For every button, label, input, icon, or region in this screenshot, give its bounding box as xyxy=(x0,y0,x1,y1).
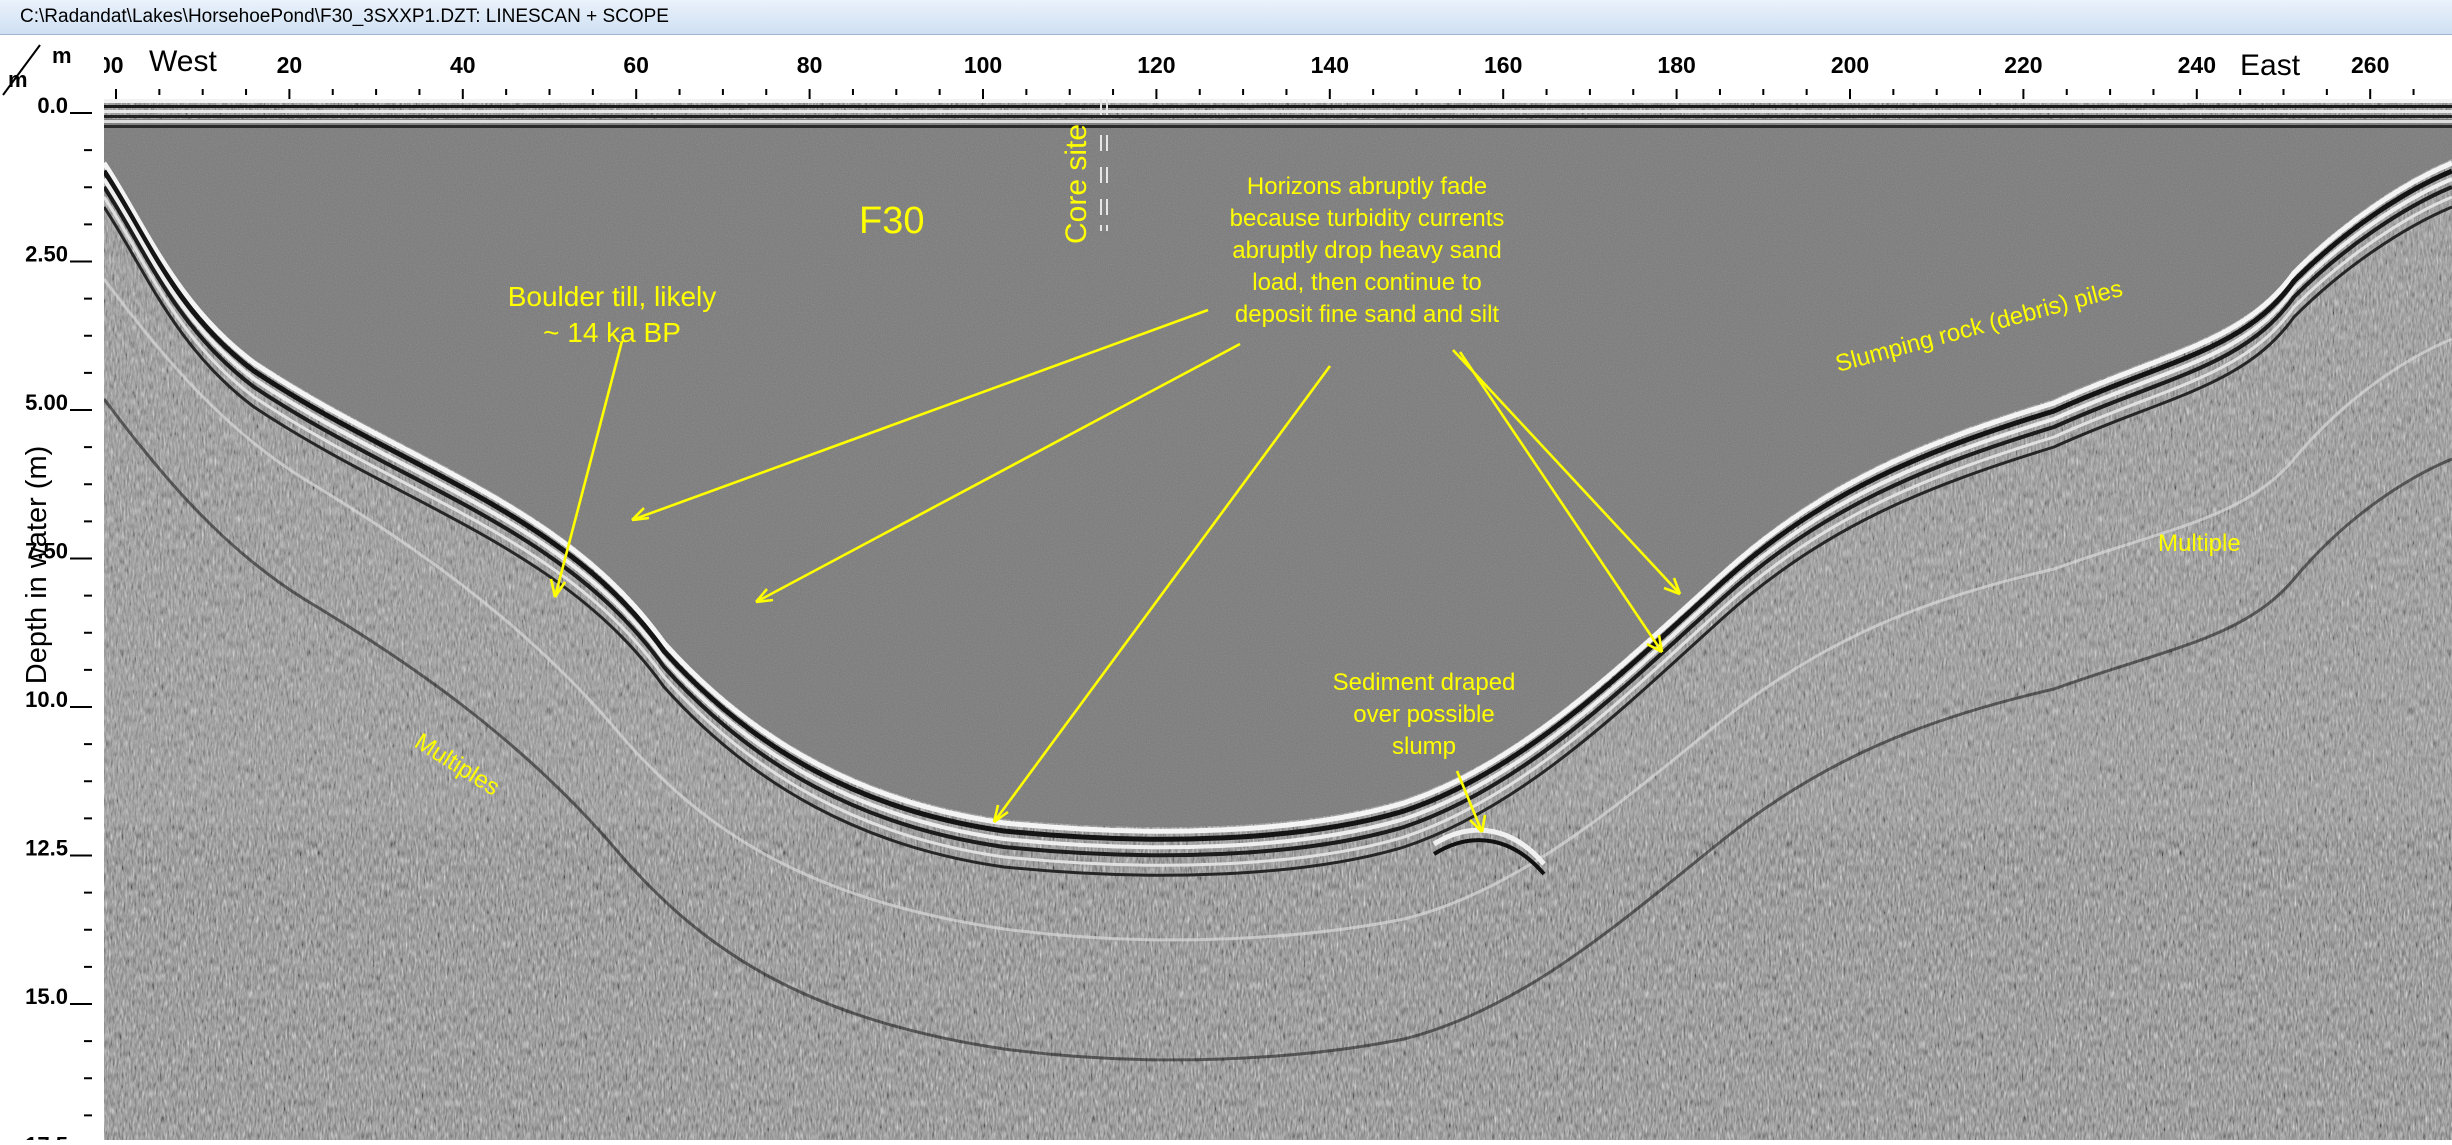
annotation-layer: F30 Core site Boulder till, likely ~ 14 … xyxy=(410,124,2241,833)
sediment-line-3: slump xyxy=(1392,733,1456,760)
arrow-horizons-5 xyxy=(1458,351,1664,653)
arrowhead-horizons-5 xyxy=(1646,634,1664,654)
arrow-horizons-4 xyxy=(1452,349,1681,595)
annotation-arrows xyxy=(549,308,1682,833)
horizons-line-2: because turbidity currents xyxy=(1230,205,1505,232)
multiples-left-label: Multiples xyxy=(410,728,505,801)
sediment-line-1: Sediment draped xyxy=(1333,669,1516,696)
slumping-label: Slumping rock (debris) piles xyxy=(1833,275,2126,378)
core-site-label: Core site xyxy=(1060,124,1093,244)
horizons-line-5: deposit fine sand and silt xyxy=(1235,301,1500,328)
horizons-line-1: Horizons abruptly fade xyxy=(1247,173,1487,200)
arrow-boulder-till xyxy=(553,340,624,598)
arrow-horizons-1 xyxy=(631,308,1209,522)
multiple-right-label: Multiple xyxy=(2158,530,2241,557)
arrow-horizons-2 xyxy=(755,342,1241,604)
horizons-line-3: abruptly drop heavy sand xyxy=(1232,237,1502,264)
boulder-till-line-2: ~ 14 ka BP xyxy=(543,317,681,348)
boulder-till-line-1: Boulder till, likely xyxy=(508,281,717,312)
sediment-line-2: over possible xyxy=(1353,701,1494,728)
horizons-line-4: load, then continue to xyxy=(1252,269,1482,296)
profile-name: F30 xyxy=(859,200,924,242)
arrow-horizons-3 xyxy=(992,365,1332,823)
arrow-sediment xyxy=(1455,770,1484,833)
